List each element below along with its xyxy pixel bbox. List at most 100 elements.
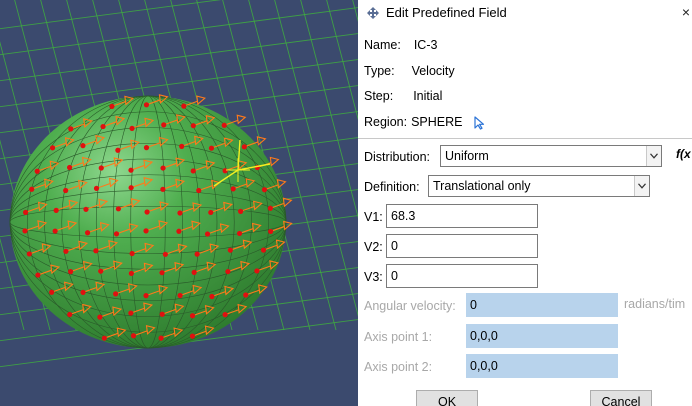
node-marker-icon — [260, 247, 267, 253]
node-marker-icon — [115, 147, 121, 153]
node-marker-icon — [22, 228, 28, 234]
node-marker-icon — [176, 228, 182, 234]
node-marker-icon — [160, 165, 166, 171]
node-marker-icon — [261, 187, 268, 193]
node-marker-icon — [158, 335, 164, 341]
node-marker-icon — [129, 250, 135, 257]
node-marker-icon — [93, 248, 99, 254]
node-marker-icon — [241, 144, 247, 150]
node-marker-icon — [115, 206, 122, 212]
node-marker-icon — [208, 145, 215, 151]
chevron-down-icon[interactable] — [634, 176, 649, 196]
node-marker-icon — [113, 231, 120, 237]
v3-input[interactable]: 0 — [386, 264, 538, 288]
node-marker-icon — [191, 269, 197, 275]
node-marker-icon — [267, 205, 273, 211]
node-marker-icon — [227, 247, 233, 253]
close-icon[interactable]: × — [682, 4, 690, 20]
node-marker-icon — [63, 248, 69, 254]
grid-line — [352, 0, 358, 22]
node-marker-icon — [29, 186, 35, 192]
angular-velocity-input: 0 — [466, 293, 618, 317]
node-marker-icon — [236, 230, 243, 237]
node-marker-icon — [52, 228, 58, 234]
edit-predefined-field-dialog: Edit Predefined Field × Name: IC-3 Type: V… — [358, 0, 692, 406]
name-row: Name: IC-3 — [364, 35, 437, 55]
fx-button[interactable]: f(x — [676, 147, 691, 161]
node-marker-icon — [67, 311, 73, 318]
node-marker-icon — [109, 103, 115, 109]
node-marker-icon — [143, 293, 149, 299]
definition-select[interactable]: Translational only — [428, 175, 650, 197]
node-marker-icon — [221, 122, 227, 128]
node-marker-icon — [68, 126, 74, 132]
ok-button[interactable]: OK — [416, 390, 478, 406]
node-marker-icon — [53, 207, 59, 213]
node-marker-icon — [179, 143, 185, 149]
viewport-canvas[interactable] — [0, 0, 358, 406]
node-marker-icon — [144, 209, 150, 215]
node-marker-icon — [177, 292, 183, 299]
node-marker-icon — [143, 145, 150, 151]
region-row: Region: SPHERE — [364, 112, 486, 132]
node-marker-icon — [49, 145, 56, 151]
node-marker-icon — [230, 186, 236, 192]
step-value: Initial — [413, 89, 443, 103]
separator — [358, 138, 692, 139]
sphere-body[interactable] — [10, 96, 286, 348]
name-label: Name: — [364, 38, 401, 52]
node-marker-icon — [80, 143, 86, 149]
node-marker-icon — [225, 268, 231, 275]
region-label: Region: — [364, 115, 408, 129]
model-viewport[interactable] — [0, 0, 358, 406]
node-marker-icon — [222, 168, 228, 174]
node-marker-icon — [196, 187, 202, 194]
node-marker-icon — [128, 167, 134, 173]
node-marker-icon — [143, 102, 150, 108]
distribution-select[interactable]: Uniform — [440, 145, 662, 167]
dialog-titlebar[interactable]: Edit Predefined Field × — [358, 0, 692, 26]
angular-units-label: radians/tim — [624, 297, 686, 311]
node-marker-icon — [190, 123, 196, 129]
region-pick-arrow-icon[interactable] — [474, 116, 486, 130]
node-marker-icon — [162, 251, 168, 257]
chevron-down-icon[interactable] — [646, 146, 661, 166]
node-marker-icon — [98, 165, 104, 171]
node-marker-icon — [130, 333, 137, 339]
node-marker-icon — [204, 231, 211, 237]
node-marker-icon — [128, 185, 134, 191]
node-marker-icon — [128, 270, 134, 276]
node-marker-icon — [97, 314, 103, 320]
v2-input[interactable]: 0 — [386, 234, 538, 258]
cancel-button[interactable]: Cancel — [590, 390, 652, 406]
axis-point-2-label: Axis point 2: — [364, 360, 433, 374]
definition-label: Definition: — [364, 180, 420, 194]
node-marker-icon — [68, 269, 74, 275]
node-marker-icon — [208, 209, 214, 216]
region-value: SPHERE — [411, 115, 463, 129]
node-marker-icon — [161, 122, 167, 128]
distribution-value: Uniform — [445, 149, 489, 163]
node-marker-icon — [129, 125, 135, 132]
node-marker-icon — [222, 312, 228, 318]
v3-label: V3: — [364, 270, 383, 284]
node-marker-icon — [26, 251, 32, 257]
node-marker-icon — [113, 291, 119, 297]
node-marker-icon — [194, 251, 200, 257]
node-marker-icon — [66, 164, 73, 171]
node-marker-icon — [143, 228, 149, 234]
definition-value: Translational only — [433, 179, 531, 193]
predefined-field-icon — [367, 7, 379, 19]
node-marker-icon — [22, 209, 29, 215]
type-value: Velocity — [411, 64, 455, 78]
step-label: Step: — [364, 89, 394, 103]
node-marker-icon — [93, 185, 100, 191]
node-marker-icon — [159, 311, 165, 317]
node-marker-icon — [254, 268, 260, 274]
node-marker-icon — [80, 289, 86, 295]
node-marker-icon — [128, 310, 134, 316]
axis-point-2-input: 0,0,0 — [466, 354, 618, 378]
v1-input[interactable]: 68.3 — [386, 204, 538, 228]
node-marker-icon — [100, 123, 106, 130]
type-label: Type: — [364, 64, 395, 78]
